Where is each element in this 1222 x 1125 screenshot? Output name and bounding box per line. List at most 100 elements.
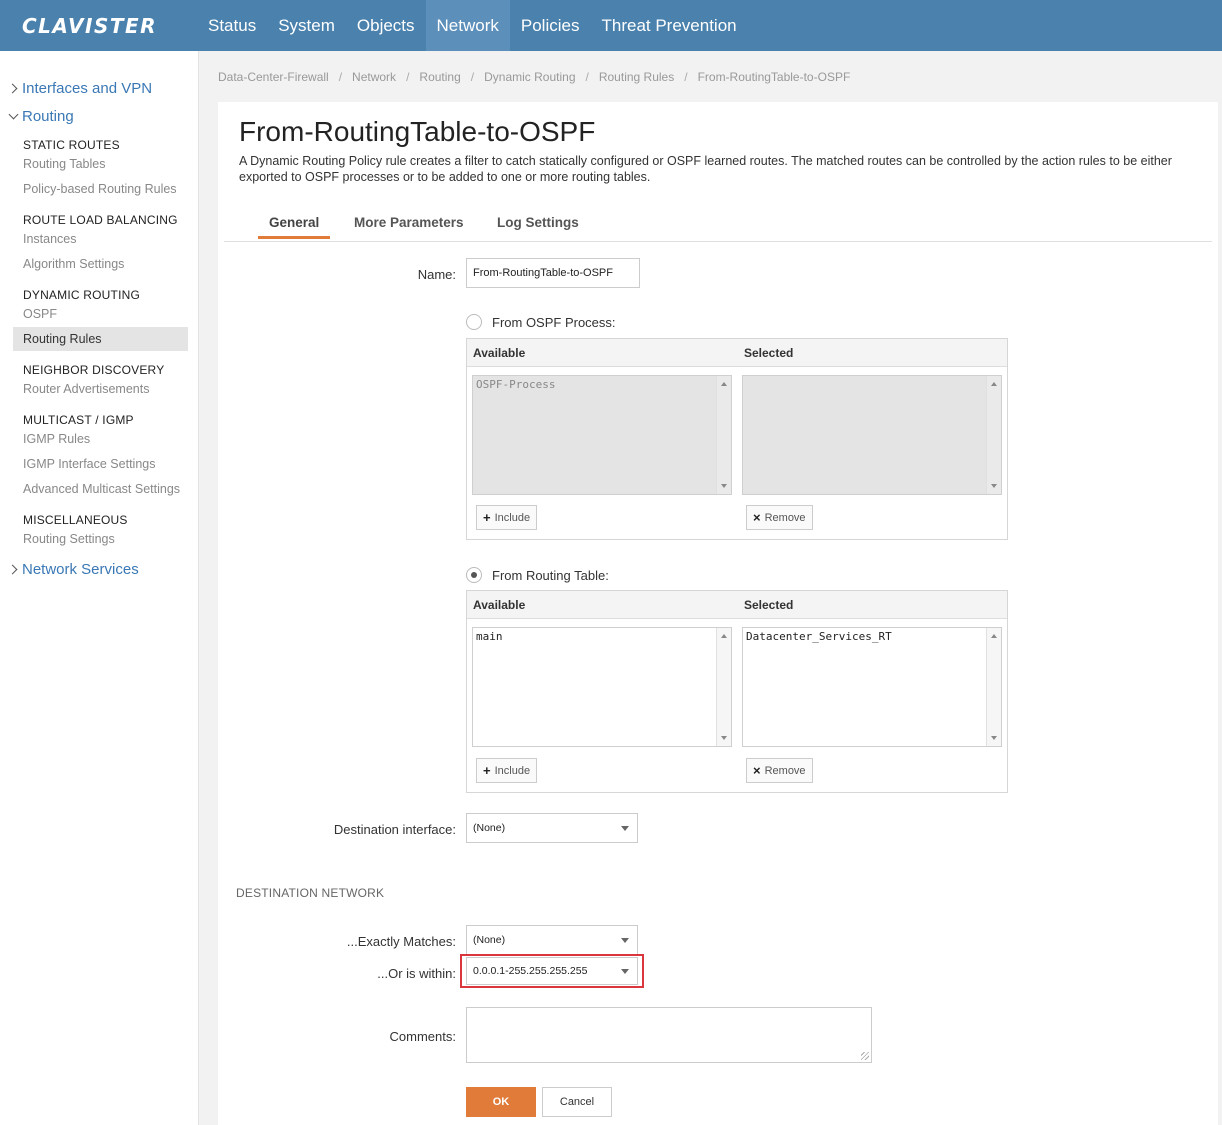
close-icon: × xyxy=(753,510,761,525)
destination-interface-label: Destination interface: xyxy=(333,822,456,837)
sidebar-item-algorithm-settings[interactable]: Algorithm Settings xyxy=(23,257,124,271)
breadcrumb-item[interactable]: Routing Rules xyxy=(599,70,674,84)
list-item[interactable]: OSPF-Process xyxy=(476,378,555,391)
nav-network[interactable]: Network xyxy=(425,0,510,51)
or-is-within-label: ...Or is within: xyxy=(377,966,456,981)
tab-log-settings[interactable]: Log Settings xyxy=(497,215,579,230)
sidebar-item-label: Network Services xyxy=(22,561,139,578)
available-column-header: Available xyxy=(473,346,526,360)
scroll-down-icon[interactable] xyxy=(991,484,997,488)
routing-table-radio[interactable] xyxy=(466,567,482,583)
scrollbar[interactable] xyxy=(986,376,1001,494)
scroll-up-icon[interactable] xyxy=(991,382,997,386)
scrollbar[interactable] xyxy=(986,628,1001,746)
list-item[interactable]: main xyxy=(476,630,503,643)
sidebar-item-routing[interactable]: Routing xyxy=(8,108,74,125)
scroll-up-icon[interactable] xyxy=(991,634,997,638)
sidebar-item-label: Routing xyxy=(22,108,74,125)
scrollbar[interactable] xyxy=(716,628,731,746)
or-is-within-select[interactable]: 0.0.0.1-255.255.255.255 xyxy=(466,957,638,985)
sidebar-item-routing-rules[interactable]: Routing Rules xyxy=(23,332,102,346)
sidebar-section-static-routes: STATIC ROUTES xyxy=(23,138,120,152)
rt-available-list[interactable]: main xyxy=(472,627,732,747)
sidebar-item-interfaces-vpn[interactable]: Interfaces and VPN xyxy=(8,80,152,97)
chevron-down-icon xyxy=(621,969,629,974)
sidebar-item-ospf[interactable]: OSPF xyxy=(23,307,57,321)
sidebar-item-routing-settings[interactable]: Routing Settings xyxy=(23,532,115,546)
sidebar-section-miscellaneous: MISCELLANEOUS xyxy=(23,513,128,527)
button-label: Remove xyxy=(764,764,806,777)
select-value: (None) xyxy=(473,934,506,946)
breadcrumb-item[interactable]: Network xyxy=(352,70,396,84)
breadcrumb-item[interactable]: Data-Center-Firewall xyxy=(218,70,329,84)
sidebar-section-multicast-igmp: MULTICAST / IGMP xyxy=(23,413,134,427)
chevron-down-icon xyxy=(8,110,18,124)
select-value: 0.0.0.1-255.255.255.255 xyxy=(473,965,588,977)
routing-table-listbox: Available Selected main Datacenter_Servi… xyxy=(466,590,1008,793)
nav-objects[interactable]: Objects xyxy=(346,0,426,51)
clavister-logo[interactable]: CLAVISTER xyxy=(22,14,157,38)
scroll-down-icon[interactable] xyxy=(721,736,727,740)
ok-button[interactable]: OK xyxy=(466,1087,536,1117)
nav-policies[interactable]: Policies xyxy=(510,0,591,51)
routing-table-radio-label: From Routing Table: xyxy=(492,568,609,583)
exactly-matches-select[interactable]: (None) xyxy=(466,925,638,955)
sidebar-item-network-services[interactable]: Network Services xyxy=(8,561,139,578)
page-description: A Dynamic Routing Policy rule creates a … xyxy=(239,154,1172,184)
tab-general[interactable]: General xyxy=(269,215,319,230)
select-value: (None) xyxy=(473,822,506,834)
scrollbar[interactable] xyxy=(716,376,731,494)
sidebar-item-label: Interfaces and VPN xyxy=(22,80,153,97)
main-panel: From-RoutingTable-to-OSPF A Dynamic Rout… xyxy=(218,102,1218,1125)
breadcrumb-item[interactable]: Routing xyxy=(419,70,460,84)
sidebar-item-router-advertisements[interactable]: Router Advertisements xyxy=(23,382,149,396)
scroll-up-icon[interactable] xyxy=(721,634,727,638)
button-label: Include xyxy=(494,511,531,524)
scroll-down-icon[interactable] xyxy=(991,736,997,740)
breadcrumb-separator: / xyxy=(684,70,688,84)
scroll-up-icon[interactable] xyxy=(721,382,727,386)
close-icon: × xyxy=(753,763,761,778)
sidebar-item-igmp-interface-settings[interactable]: IGMP Interface Settings xyxy=(23,457,155,471)
destination-network-section-title: DESTINATION NETWORK xyxy=(236,886,385,900)
ospf-selected-list[interactable] xyxy=(742,375,1002,495)
scroll-down-icon[interactable] xyxy=(721,484,727,488)
nav-system[interactable]: System xyxy=(267,0,346,51)
ospf-process-radio-label: From OSPF Process: xyxy=(492,315,616,330)
plus-icon: + xyxy=(483,763,491,778)
exactly-matches-label: ...Exactly Matches: xyxy=(346,934,456,949)
ospf-process-radio[interactable] xyxy=(466,314,482,330)
sidebar-item-instances[interactable]: Instances xyxy=(23,232,77,246)
sidebar-section-route-load-balancing: ROUTE LOAD BALANCING xyxy=(23,213,178,227)
ospf-process-listbox: Available Selected OSPF-Process + Includ… xyxy=(466,338,1008,540)
breadcrumb-item[interactable]: Dynamic Routing xyxy=(484,70,575,84)
breadcrumb-separator: / xyxy=(338,70,343,84)
cancel-button[interactable]: Cancel xyxy=(542,1087,612,1117)
main-nav: Status System Objects Network Policies T… xyxy=(197,0,748,51)
ospf-available-list[interactable]: OSPF-Process xyxy=(472,375,732,495)
ospf-include-button[interactable]: + Include xyxy=(476,505,538,530)
sidebar-item-igmp-rules[interactable]: IGMP Rules xyxy=(23,432,90,446)
destination-interface-select[interactable]: (None) xyxy=(466,813,638,843)
comments-textarea[interactable] xyxy=(466,1007,872,1063)
sidebar-item-policy-based-routing-rules[interactable]: Policy-based Routing Rules xyxy=(23,182,177,196)
sidebar-section-neighbor-discovery: NEIGHBOR DISCOVERY xyxy=(23,363,165,377)
list-item[interactable]: Datacenter_Services_RT xyxy=(746,630,892,643)
nav-status[interactable]: Status xyxy=(197,0,267,51)
breadcrumb-separator: / xyxy=(406,70,410,84)
button-label: Remove xyxy=(764,511,806,524)
rt-selected-list[interactable]: Datacenter_Services_RT xyxy=(742,627,1002,747)
rt-include-button[interactable]: + Include xyxy=(476,758,538,783)
tab-more-parameters[interactable]: More Parameters xyxy=(354,215,464,230)
sidebar-item-advanced-multicast-settings[interactable]: Advanced Multicast Settings xyxy=(23,482,180,496)
chevron-down-icon xyxy=(621,826,629,831)
resize-grip-icon[interactable] xyxy=(861,1052,869,1060)
listbox-header: Available Selected xyxy=(467,339,1007,367)
rt-remove-button[interactable]: × Remove xyxy=(746,758,813,783)
breadcrumb: Data-Center-Firewall / Network / Routing… xyxy=(218,70,850,84)
ospf-remove-button[interactable]: × Remove xyxy=(746,505,813,530)
nav-threat-prevention[interactable]: Threat Prevention xyxy=(590,0,747,51)
sidebar-section-dynamic-routing: DYNAMIC ROUTING xyxy=(23,288,140,302)
name-input[interactable]: From-RoutingTable-to-OSPF xyxy=(466,258,640,288)
sidebar-item-routing-tables[interactable]: Routing Tables xyxy=(23,157,105,171)
